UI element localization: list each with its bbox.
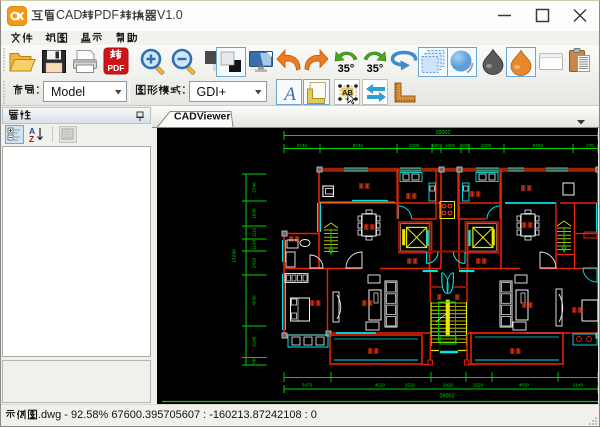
svg-text:740: 740 — [252, 357, 257, 365]
svg-text:1110: 1110 — [252, 227, 257, 237]
svg-text:35°: 35° — [367, 63, 384, 75]
svg-text:3140: 3140 — [252, 336, 257, 347]
svg-text:800: 800 — [432, 143, 440, 148]
svg-text:.dwg - 92.58% 67600.395705: .dwg - 92.58% 67600.395705607 : -160213.… — [38, 409, 317, 421]
svg-text:4530: 4530 — [252, 295, 257, 306]
svg-text:2209: 2209 — [409, 143, 420, 148]
svg-text:CADViewer: CADViewer — [174, 111, 230, 123]
svg-text:2200: 2200 — [481, 143, 492, 148]
svg-text:A: A — [282, 84, 296, 105]
svg-text:15280: 15280 — [232, 249, 238, 263]
svg-text:1104: 1104 — [252, 240, 257, 250]
svg-text:2420: 2420 — [252, 257, 257, 268]
svg-text:2520: 2520 — [405, 383, 416, 388]
svg-text:800: 800 — [462, 143, 470, 148]
svg-text:CAD: CAD — [56, 8, 82, 22]
svg-text:4830: 4830 — [519, 383, 530, 388]
svg-text:3470: 3470 — [302, 383, 313, 388]
svg-text:V1.0: V1.0 — [157, 8, 183, 22]
svg-text:35°: 35° — [338, 63, 355, 75]
svg-text:2420: 2420 — [443, 383, 454, 388]
svg-text:1600: 1600 — [445, 143, 456, 148]
svg-text:28002: 28002 — [435, 130, 450, 136]
svg-text:PDF: PDF — [108, 63, 125, 73]
svg-text:PDF: PDF — [94, 8, 119, 22]
svg-text:4510: 4510 — [375, 383, 386, 388]
svg-text:28002: 28002 — [439, 394, 454, 400]
svg-text:8740: 8740 — [353, 143, 364, 148]
svg-text:270: 270 — [586, 143, 594, 148]
svg-text:1630: 1630 — [252, 208, 257, 219]
svg-text:2740: 2740 — [252, 182, 257, 193]
svg-text:2520: 2520 — [473, 383, 484, 388]
svg-text:Z: Z — [29, 134, 34, 144]
svg-text:3740: 3740 — [297, 143, 308, 148]
svg-text:3140: 3140 — [573, 383, 584, 388]
svg-text:6794: 6794 — [533, 143, 544, 148]
